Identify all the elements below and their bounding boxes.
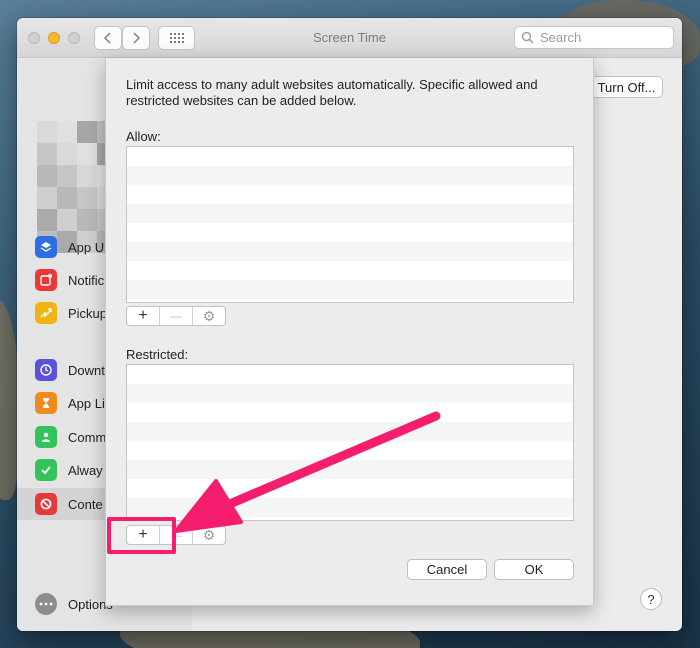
turn-off-button[interactable]: Turn Off...: [590, 76, 663, 98]
sidebar-item-label: Alway: [68, 462, 103, 478]
downtime-icon: [35, 359, 57, 381]
allow-label: Allow:: [126, 129, 161, 144]
gear-icon[interactable]: ⚙: [193, 526, 225, 544]
allow-list[interactable]: [126, 146, 574, 303]
pickup-icon: [35, 302, 57, 324]
restricted-add-button[interactable]: +: [127, 526, 160, 544]
search-icon: [521, 31, 534, 44]
layers-icon: [35, 236, 57, 258]
avatar-pixel: [57, 187, 77, 209]
list-row: [127, 365, 573, 384]
sidebar-item-label: Comm: [68, 429, 107, 445]
sidebar-item-label: Downt: [68, 362, 105, 378]
restricted-list[interactable]: [126, 364, 574, 521]
list-row: [127, 166, 573, 185]
ok-button[interactable]: OK: [494, 559, 574, 580]
cancel-button[interactable]: Cancel: [407, 559, 487, 580]
list-row: [127, 422, 573, 441]
list-row: [127, 299, 573, 302]
list-row: [127, 498, 573, 517]
avatar-pixel: [37, 121, 57, 143]
allow-add-button[interactable]: +: [127, 307, 160, 325]
list-row: [127, 441, 573, 460]
hourglass-icon: [35, 392, 57, 414]
avatar-pixel: [37, 143, 57, 165]
list-row: [127, 479, 573, 498]
search-placeholder: Search: [540, 30, 582, 45]
allow-list-controls: + — ⚙: [126, 306, 226, 326]
sidebar-item-label: Conte: [68, 496, 103, 512]
restriction-icon: [35, 493, 57, 515]
title-bar: Screen Time Search: [17, 18, 682, 58]
avatar-pixel: [77, 209, 97, 231]
list-row: [127, 261, 573, 280]
sidebar-item-label: Notific: [68, 272, 105, 288]
avatar-pixel: [37, 165, 57, 187]
avatar-pixel: [37, 187, 57, 209]
allow-remove-button[interactable]: —: [160, 307, 193, 325]
checkmark-icon: [35, 459, 57, 481]
search-field[interactable]: Search: [514, 26, 674, 49]
avatar-pixel: [77, 143, 97, 165]
restricted-list-controls: + — ⚙: [126, 525, 226, 545]
sidebar-item-label: Pickup: [68, 305, 108, 321]
contact-icon: [35, 426, 57, 448]
avatar-pixel: [77, 165, 97, 187]
avatar-pixel: [57, 143, 77, 165]
avatar-pixel: [77, 121, 97, 143]
list-row: [127, 384, 573, 403]
sidebar-item-label: App U: [68, 239, 105, 255]
list-row: [127, 280, 573, 299]
avatar-pixel: [57, 209, 77, 231]
options-icon: [35, 593, 57, 615]
list-row: [127, 403, 573, 422]
restricted-label: Restricted:: [126, 347, 189, 362]
sheet-description: Limit access to many adult websites auto…: [126, 77, 538, 108]
list-row: [127, 185, 573, 204]
web-content-sheet: Limit access to many adult websites auto…: [105, 58, 594, 606]
avatar-pixel: [77, 187, 97, 209]
list-row: [127, 204, 573, 223]
list-row: [127, 460, 573, 479]
list-row: [127, 517, 573, 520]
avatar-pixel: [57, 121, 77, 143]
notification-icon: [35, 269, 57, 291]
restricted-remove-button[interactable]: —: [160, 526, 193, 544]
sidebar-item-label: App Li: [68, 395, 105, 411]
avatar-pixel: [57, 165, 77, 187]
gear-icon[interactable]: ⚙: [193, 307, 225, 325]
list-row: [127, 147, 573, 166]
list-row: [127, 223, 573, 242]
avatar-pixel: [37, 209, 57, 231]
list-row: [127, 242, 573, 261]
help-button[interactable]: ?: [640, 588, 662, 610]
